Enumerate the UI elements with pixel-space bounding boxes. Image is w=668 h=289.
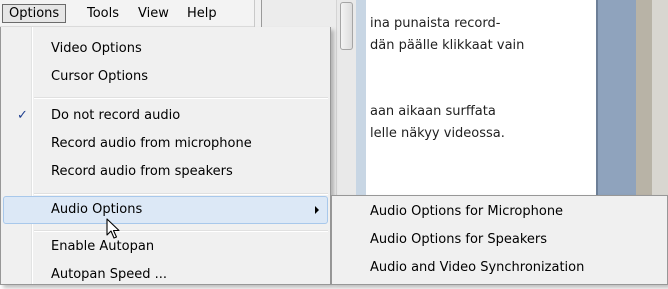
menu-item-label: Audio Options for Speakers	[370, 232, 548, 247]
menu-item-label: Audio and Video Synchronization	[370, 260, 585, 275]
scrollbar-thumb[interactable]	[340, 2, 353, 50]
menu-item-label: Video Options	[51, 41, 142, 56]
menu-tools[interactable]: Tools	[81, 4, 125, 23]
menu-item-do-not-record-audio[interactable]: ✓ Do not record audio	[3, 102, 328, 130]
submenu-arrow-icon	[315, 206, 319, 214]
submenu-item-audio-video-sync[interactable]: Audio and Video Synchronization	[334, 254, 664, 282]
document-line: aan aikaan surffata	[370, 104, 496, 119]
menu-separator	[34, 193, 328, 195]
menu-item-label: Enable Autopan	[51, 239, 155, 254]
options-dropdown-menu: Video Options Cursor Options ✓ Do not re…	[0, 27, 331, 285]
menu-separator	[34, 97, 328, 99]
mouse-pointer-icon	[106, 218, 120, 239]
menu-item-audio-options[interactable]: Audio Options	[3, 196, 328, 224]
document-line: lelle näkyy videossa.	[370, 126, 505, 141]
menu-bar: Options Tools View Help	[0, 0, 254, 27]
menu-item-label: Cursor Options	[51, 69, 149, 84]
menu-item-enable-autopan[interactable]: Enable Autopan	[3, 233, 328, 261]
menu-item-cursor-options[interactable]: Cursor Options	[3, 63, 328, 91]
menu-item-label: Audio Options	[51, 202, 143, 217]
document-line: dän päälle klikkaat vain	[370, 38, 525, 53]
menu-item-video-options[interactable]: Video Options	[3, 35, 328, 63]
menu-item-label: Audio Options for Microphone	[370, 204, 564, 219]
submenu-item-audio-microphone[interactable]: Audio Options for Microphone	[334, 198, 664, 226]
submenu-item-audio-speakers[interactable]: Audio Options for Speakers	[334, 226, 664, 254]
menu-item-label: Autopan Speed ...	[51, 267, 168, 282]
audio-options-submenu: Audio Options for Microphone Audio Optio…	[331, 195, 668, 285]
menu-separator	[34, 230, 328, 232]
menu-item-label: Do not record audio	[51, 108, 181, 123]
menu-help[interactable]: Help	[181, 4, 223, 23]
menu-item-label: Record audio from microphone	[51, 136, 252, 151]
menu-item-record-audio-speakers[interactable]: Record audio from speakers	[3, 158, 328, 186]
menu-view[interactable]: View	[132, 4, 175, 23]
menu-item-label: Record audio from speakers	[51, 164, 233, 179]
checkmark-icon: ✓	[17, 108, 28, 123]
menu-options[interactable]: Options	[2, 4, 67, 23]
document-line: ina punaista record-	[370, 16, 501, 31]
window-border	[254, 0, 262, 27]
menu-item-record-audio-microphone[interactable]: Record audio from microphone	[3, 130, 328, 158]
